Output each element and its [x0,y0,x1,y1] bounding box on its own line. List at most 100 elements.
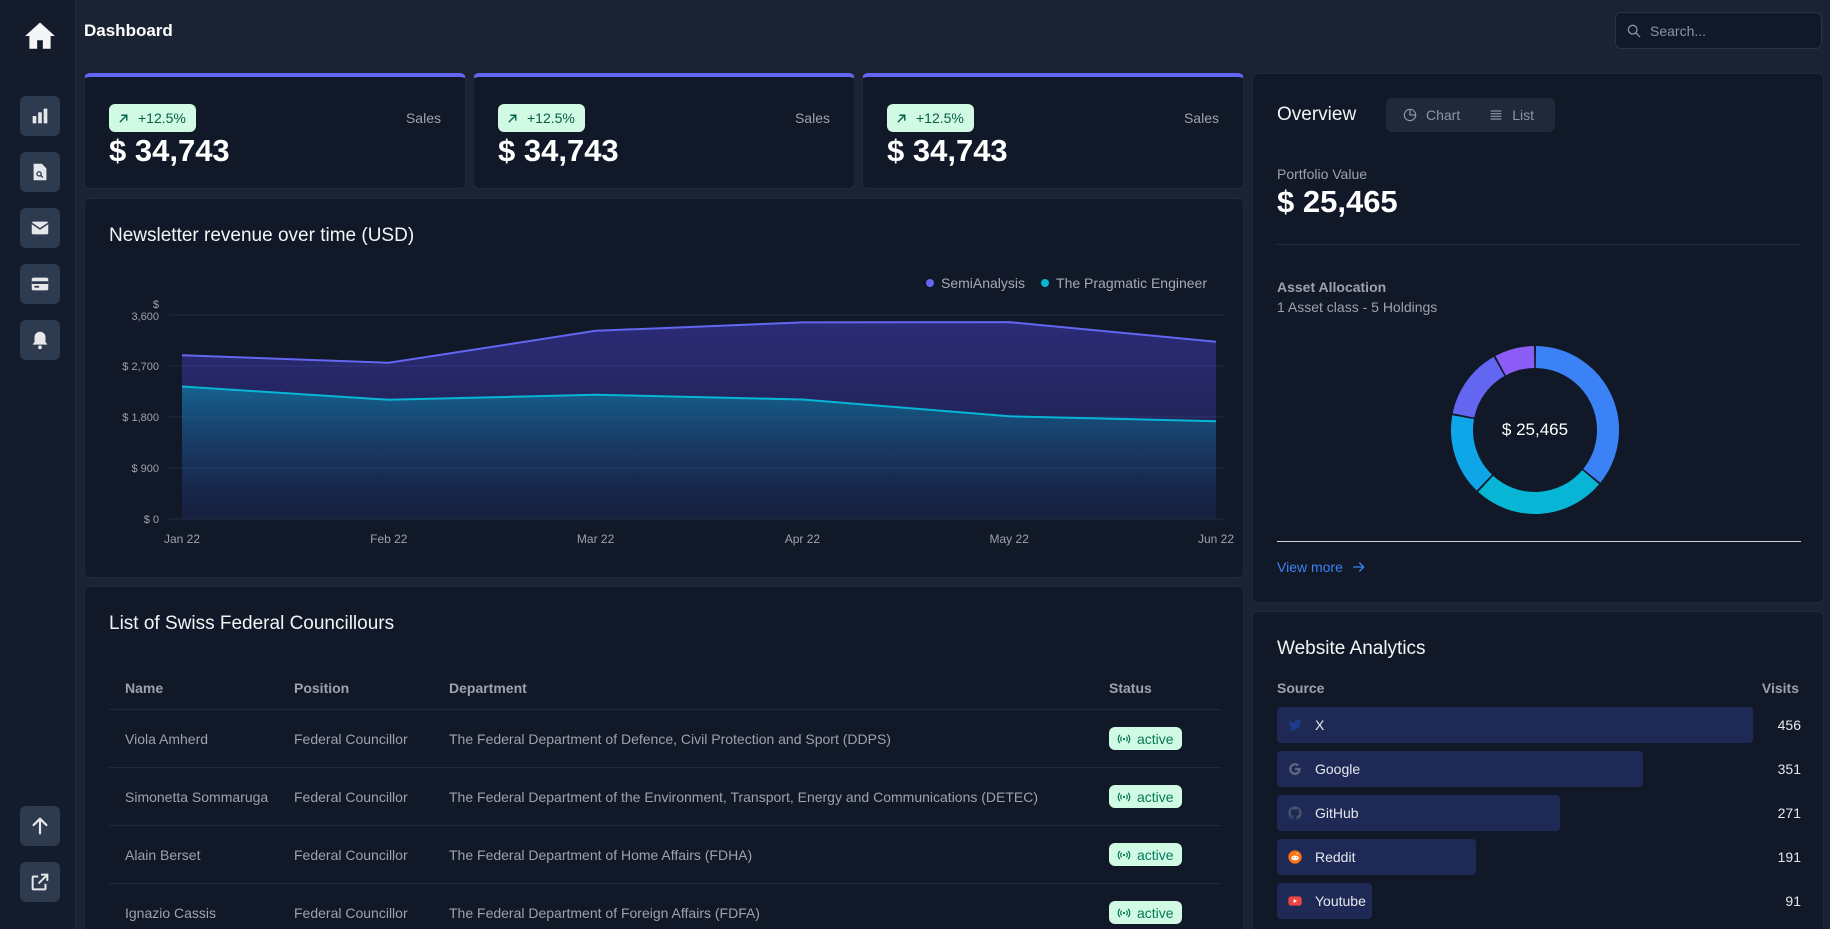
trend-badge: +12.5% [887,104,974,132]
trend-badge-text: +12.5% [527,110,575,126]
column-header-position[interactable]: Position [294,680,449,696]
divider [1277,244,1801,245]
y-tick-label: $ 1,800 [122,412,159,424]
source-label: Youtube [1315,893,1366,909]
toggle-list[interactable]: List [1480,107,1542,123]
kpi-label: Sales [1183,110,1219,126]
visits-value: 91 [1785,893,1801,909]
view-more-link[interactable]: View more [1277,559,1367,575]
kpi-value: $ 34,743 [498,133,619,168]
table-row[interactable]: Viola Amherd Federal Councillor The Fede… [109,709,1221,767]
source-cell: Reddit [1287,839,1355,875]
view-more-label: View more [1277,559,1343,575]
table-header: Name Position Department Status [109,667,1221,709]
trend-badge: +12.5% [109,104,196,132]
sidebar-external-button[interactable] [20,862,60,902]
analytics-row[interactable]: GitHub 271 [1277,795,1801,831]
visits-value: 351 [1777,761,1801,777]
sidebar-upload-button[interactable] [20,806,60,846]
search-input[interactable] [1650,22,1810,39]
analytics-title: Website Analytics [1277,638,1426,659]
app: Dashboard +12.5% Sales $ 34,743 +12.5% S… [0,0,1830,929]
y-tick-label-part: $ [153,299,159,311]
table-row[interactable]: Ignazio Cassis Federal Councillor The Fe… [109,883,1221,929]
broadcast-icon [1117,734,1131,743]
search-box[interactable] [1615,12,1822,49]
column-header-source: Source [1277,680,1325,696]
table-row[interactable]: Simonetta Sommaruga Federal Councillor T… [109,767,1221,825]
status-badge: active [1109,843,1182,866]
cell-department: The Federal Department of Home Affairs (… [449,846,753,863]
visits-value: 191 [1777,849,1801,865]
column-header-visits: Visits [1761,680,1799,696]
reddit-icon [1288,850,1302,864]
kpi-label: Sales [794,110,830,126]
sidebar [0,0,76,929]
external-link-icon [31,873,49,891]
analytics-row[interactable]: Google 351 [1277,751,1801,787]
cell-status: active [1109,843,1221,866]
column-header-status[interactable]: Status [1109,680,1221,696]
source-label: Google [1315,761,1361,777]
bell-icon [32,331,48,350]
analytics-row[interactable]: Youtube 91 [1277,883,1801,919]
table-row[interactable]: Alain Berset Federal Councillor The Fede… [109,825,1221,883]
cell-name: Alain Berset [125,846,201,863]
sidebar-item-documents[interactable] [20,152,60,192]
analytics-header: Source Visits [1277,680,1799,696]
x-tick-label: Jun 22 [1198,532,1234,546]
trend-badge-text: +12.5% [916,110,964,126]
cell-department: The Federal Department of the Environmen… [449,788,1039,805]
source-cell: Youtube [1287,883,1366,919]
source-label: X [1315,717,1325,733]
kpi-label: Sales [405,110,441,126]
analytics-row[interactable]: Reddit 191 [1277,839,1801,875]
allocation-title: Asset Allocation [1277,279,1387,295]
credit-card-icon [31,277,49,291]
sidebar-item-mail[interactable] [20,208,60,248]
home-icon[interactable] [20,16,60,56]
column-header-name[interactable]: Name [109,680,294,696]
cell-name: Simonetta Sommaruga [125,788,269,805]
youtube-icon [1288,896,1302,906]
x-tick-label: Feb 22 [370,532,408,546]
kpi-card: +12.5% Sales $ 34,743 [84,73,466,189]
arrow-right-icon [1352,562,1365,572]
source-cell: X [1287,707,1324,743]
councillors-table-card: List of Swiss Federal Councillours Name … [84,586,1244,929]
cell-position: Federal Councillor [294,904,408,921]
home-icon-svg [25,22,55,49]
column-header-department[interactable]: Department [449,680,1109,696]
arrow-up-right-icon [897,114,906,122]
source-label: Reddit [1315,849,1356,865]
allocation-subtitle: 1 Asset class - 5 Holdings [1277,299,1438,315]
sidebar-item-analytics[interactable] [20,96,60,136]
y-tick-label: $ 2,700 [122,361,159,373]
overview-title: Overview [1277,104,1357,125]
broadcast-icon [1117,792,1131,801]
pie-chart-icon [1403,108,1417,122]
y-tick-label-part: 3,600 [131,311,159,323]
analytics-row[interactable]: X 456 [1277,707,1801,743]
status-text: active [1137,788,1174,805]
toggle-chart[interactable]: Chart [1394,107,1468,123]
status-badge: active [1109,785,1182,808]
sidebar-item-payments[interactable] [20,264,60,304]
y-tick-label: $ 0 [144,514,159,526]
cell-status: active [1109,727,1221,750]
cell-department: The Federal Department of Defence, Civil… [449,730,891,747]
table-title: List of Swiss Federal Councillours [109,613,395,634]
cell-position: Federal Councillor [294,788,408,805]
overview-card: Overview Chart List Portfolio Value $ 25… [1252,73,1824,603]
topbar: Dashboard [76,0,1830,64]
list-icon [1490,110,1502,120]
visits-bar [1277,707,1753,743]
broadcast-icon [1117,908,1131,917]
status-text: active [1137,730,1174,747]
status-text: active [1137,846,1174,863]
toggle-chart-label: Chart [1426,107,1461,123]
arrow-up-icon [32,817,48,835]
cell-status: active [1109,785,1221,808]
twitter-icon [1288,719,1302,731]
sidebar-item-notifications[interactable] [20,320,60,360]
